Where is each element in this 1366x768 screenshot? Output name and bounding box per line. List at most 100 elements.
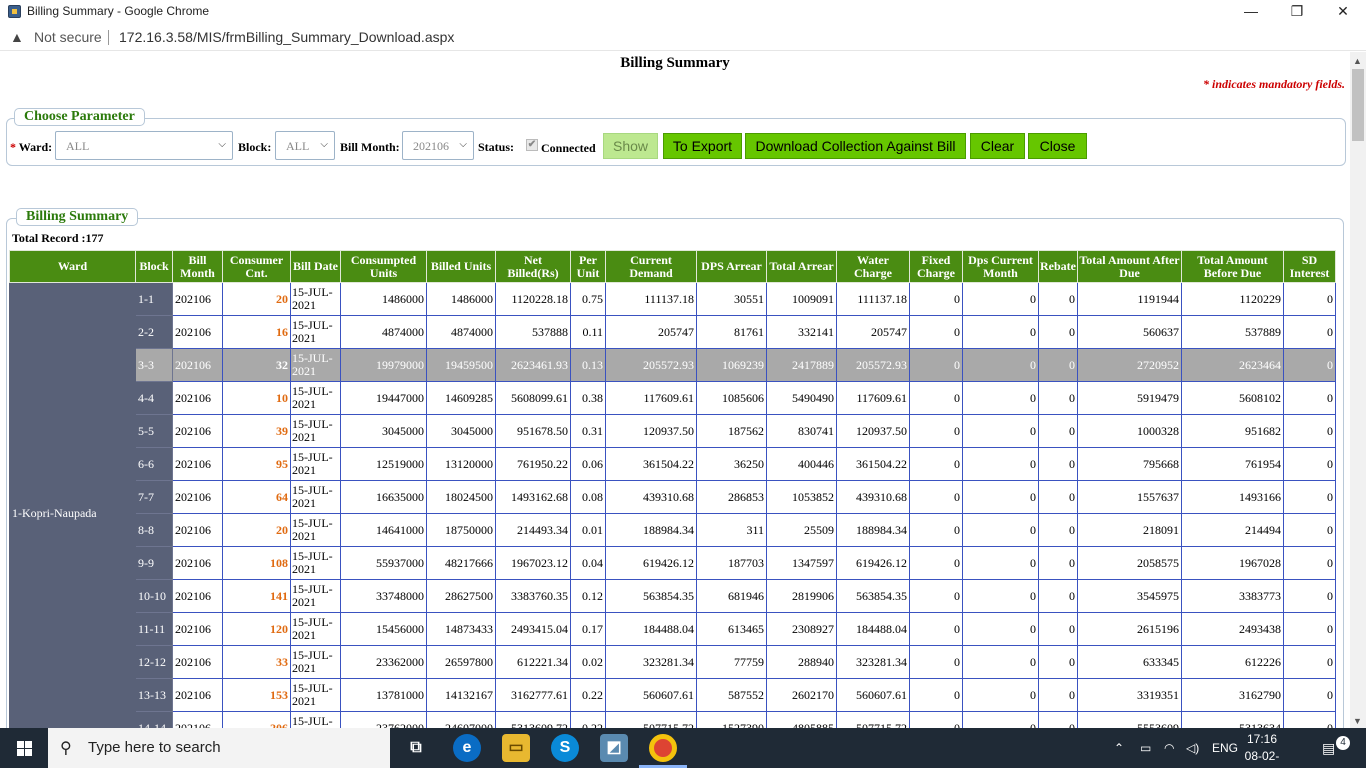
table-cell: 612221.34 (495, 645, 571, 679)
export-button[interactable]: To Export (663, 133, 742, 159)
vertical-scrollbar[interactable]: ▲ ▼ (1350, 52, 1366, 728)
parameter-legend: Choose Parameter (14, 108, 145, 126)
show-hidden-icons[interactable]: ⌃ (1114, 728, 1124, 768)
bill-month-cell: 202106 (172, 645, 223, 679)
address-separator (108, 30, 109, 45)
block-cell: 1-1 (135, 282, 173, 316)
table-cell: 361504.22 (836, 447, 910, 481)
table-cell: 761950.22 (495, 447, 571, 481)
table-cell: 48217666 (426, 546, 496, 580)
table-cell: 613465 (696, 612, 767, 646)
table-row: 14-1420210620615-JUL-2021237620002460700… (10, 711, 1336, 728)
consumer-count-cell: 16 (222, 315, 291, 349)
table-cell: 205747 (605, 315, 697, 349)
start-button[interactable] (0, 728, 48, 768)
table-row: 3-3 202106 32 15-JUL-2021 19979000 19459500 26… (10, 348, 1336, 382)
table-cell: 795668 (1077, 447, 1182, 481)
table-cell: 2615196 (1077, 612, 1182, 646)
warning-icon[interactable]: ▲ (10, 29, 26, 45)
table-cell: 0 (1038, 381, 1078, 415)
clock[interactable]: 17:16 08-02-2022 (1232, 731, 1292, 768)
column-header: Billed Units (426, 250, 496, 283)
table-cell: 0 (1038, 579, 1078, 613)
table-cell: 19459500 (426, 348, 496, 382)
skype-icon[interactable]: S (551, 734, 579, 762)
column-header: DPS Arrear (696, 250, 767, 283)
task-view-icon[interactable]: ⧉ (402, 734, 430, 762)
table-cell: 5919479 (1077, 381, 1182, 415)
column-header: Bill Date (290, 250, 341, 283)
chrome-icon[interactable] (649, 734, 677, 762)
table-cell: 0.31 (570, 414, 606, 448)
column-header: Total Amount After Due (1077, 250, 1182, 283)
consumer-count-cell: 20 (222, 513, 291, 547)
chevron-down-icon: ⌵ (218, 139, 226, 150)
scroll-down-icon[interactable]: ▼ (1353, 716, 1362, 726)
bill-month-cell: 202106 (172, 678, 223, 712)
address-bar[interactable]: ▲ Not secure 172.16.3.58/MIS/frmBilling_… (0, 24, 1366, 51)
bill-date-cell: 15-JUL-2021 (290, 414, 341, 448)
windows-logo-icon (25, 749, 32, 756)
ward-select[interactable]: ALL ⌵ (55, 131, 233, 160)
table-cell: 0 (1283, 513, 1336, 547)
block-cell: 9-9 (135, 546, 173, 580)
security-status[interactable]: Not secure (34, 29, 102, 45)
table-cell: 400446 (766, 447, 837, 481)
table-cell: 0 (962, 678, 1039, 712)
table-cell: 2720952 (1077, 348, 1182, 382)
table-row: 1-Kopri-Naupada 1-1 202106 20 15-JUL-2021 148… (9, 282, 1336, 728)
close-button[interactable]: Close (1028, 133, 1087, 159)
table-cell: 361504.22 (605, 447, 697, 481)
block-select[interactable]: ALL ⌵ (275, 131, 335, 160)
table-cell: 1191944 (1077, 282, 1182, 316)
table-cell: 612226 (1181, 645, 1284, 679)
bill-month-cell: 202106 (172, 513, 223, 547)
column-header: Current Demand (605, 250, 697, 283)
table-cell: 23362000 (340, 645, 427, 679)
column-header: Consumpted Units (340, 250, 427, 283)
close-window-button[interactable]: ✕ (1320, 0, 1366, 24)
table-cell: 439310.68 (836, 480, 910, 514)
notification-icon[interactable]: ▤ (1322, 728, 1335, 768)
download-collection-button[interactable]: Download Collection Against Bill (745, 133, 966, 159)
block-cell: 3-3 (135, 348, 173, 382)
mandatory-text: indicates mandatory fields. (1209, 77, 1345, 91)
table-row: 8-8 202106 20 15-JUL-2021 14641000 18750000 21… (10, 513, 1336, 547)
table-cell: 0 (962, 414, 1039, 448)
minimize-button[interactable]: — (1228, 0, 1274, 24)
clock-date: 08-02-2022 (1244, 749, 1280, 768)
window-title: Billing Summary - Google Chrome (27, 4, 210, 18)
show-button[interactable]: Show (603, 133, 658, 159)
wifi-icon[interactable]: ◠ (1164, 728, 1174, 768)
restore-button[interactable]: ❐ (1274, 0, 1320, 24)
table-cell: 0 (909, 612, 963, 646)
taskbar-search[interactable]: ⚲ Type here to search (48, 728, 390, 768)
network-icon[interactable]: ▭ (1140, 728, 1151, 768)
clear-button[interactable]: Clear (970, 133, 1025, 159)
connected-checkbox[interactable]: ✔ (526, 139, 538, 151)
table-cell: 0 (1283, 546, 1336, 580)
notification-count: 4 (1336, 736, 1350, 750)
file-explorer-icon[interactable]: ▭ (502, 734, 530, 762)
volume-icon[interactable]: ◁) (1186, 728, 1199, 768)
app-window-icon[interactable]: ◩ (600, 734, 628, 762)
table-cell: 0 (1038, 678, 1078, 712)
table-cell: 77759 (696, 645, 767, 679)
block-cell: 7-7 (135, 480, 173, 514)
table-cell: 5313609.72 (495, 711, 571, 728)
bill-month-cell: 202106 (172, 546, 223, 580)
table-cell: 2623464 (1181, 348, 1284, 382)
edge-icon[interactable]: e (453, 734, 481, 762)
billing-summary-table: Ward Block Bill Month Consumer Cnt. Bill Dat… (9, 250, 1336, 728)
table-cell: 0 (1038, 612, 1078, 646)
url-text[interactable]: 172.16.3.58/MIS/frmBilling_Summary_Downl… (119, 29, 454, 45)
table-cell: 4874000 (426, 315, 496, 349)
mandatory-note: * indicates mandatory fields. (1203, 77, 1345, 92)
scroll-thumb[interactable] (1352, 69, 1364, 141)
bill-month-select[interactable]: 202106 ⌵ (402, 131, 474, 160)
table-row: 9-9 202106 108 15-JUL-2021 55937000 48217666 1… (10, 546, 1336, 580)
column-header: Net Billed(Rs) (495, 250, 571, 283)
scroll-up-icon[interactable]: ▲ (1353, 56, 1362, 66)
table-cell: 537888 (495, 315, 571, 349)
window-titlebar: Billing Summary - Google Chrome — ❐ ✕ (0, 0, 1366, 24)
